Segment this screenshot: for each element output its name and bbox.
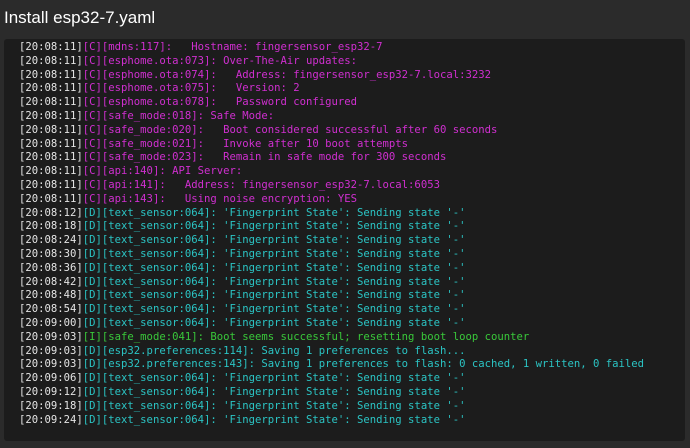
log-message: [D][text_sensor:064]: 'Fingerprint State… (82, 385, 466, 398)
log-message: [C][safe_mode:018]: Safe Mode: (82, 109, 275, 122)
install-dialog: Install esp32-7.yaml [20:08:11][C][mdns:… (0, 0, 690, 448)
log-timestamp: [20:09:18] (19, 399, 83, 412)
log-line: [20:09:12][D][text_sensor:064]: 'Fingerp… (19, 386, 685, 400)
log-message: [C][esphome.ota:073]: Over-The-Air updat… (82, 54, 358, 67)
log-line: [20:08:30][D][text_sensor:064]: 'Fingerp… (19, 248, 685, 262)
log-line: [20:08:11][C][mdns:117]: Hostname: finge… (19, 41, 685, 55)
log-timestamp: [20:08:42] (19, 275, 83, 288)
log-timestamp: [20:08:11] (19, 96, 83, 109)
log-message: [C][api:140]: API Server: (82, 165, 243, 178)
log-message: [D][text_sensor:064]: 'Fingerprint State… (82, 289, 466, 302)
log-message: [D][text_sensor:064]: 'Fingerprint State… (82, 399, 466, 412)
log-message: [D][text_sensor:064]: 'Fingerprint State… (82, 234, 466, 247)
log-message: [D][esp32.preferences:143]: Saving 1 pre… (82, 358, 645, 371)
log-message: [D][text_sensor:064]: 'Fingerprint State… (82, 316, 466, 329)
log-line: [20:08:11][C][safe_mode:018]: Safe Mode: (19, 110, 685, 124)
log-line: [20:08:12][D][text_sensor:064]: 'Fingerp… (19, 207, 685, 221)
log-timestamp: [20:08:11] (19, 165, 83, 178)
log-message: [C][esphome.ota:074]: Address: fingersen… (82, 68, 491, 81)
log-message: [D][text_sensor:064]: 'Fingerprint State… (82, 206, 466, 219)
log-line: [20:08:18][D][text_sensor:064]: 'Fingerp… (19, 220, 685, 234)
log-message: [C][esphome.ota:075]: Version: 2 (82, 82, 300, 95)
log-line: [20:08:11][C][api:143]: Using noise encr… (19, 193, 685, 207)
log-line: [20:08:11][C][esphome.ota:075]: Version:… (19, 82, 685, 96)
log-timestamp: [20:09:12] (19, 385, 83, 398)
log-timestamp: [20:09:00] (19, 316, 83, 329)
log-message: [D][text_sensor:064]: 'Fingerprint State… (82, 372, 466, 385)
log-line: [20:08:11][C][esphome.ota:078]: Password… (19, 96, 685, 110)
log-message: [C][mdns:117]: Hostname: fingersensor_es… (82, 41, 383, 53)
log-line: [20:09:03][I][safe_mode:041]: Boot seems… (19, 331, 685, 345)
log-line: [20:08:36][D][text_sensor:064]: 'Fingerp… (19, 262, 685, 276)
log-message: [C][safe_mode:020]: Boot considered succ… (82, 123, 498, 136)
log-timestamp: [20:08:12] (19, 206, 83, 219)
log-timestamp: [20:08:30] (19, 247, 83, 260)
log-timestamp: [20:08:11] (19, 192, 83, 205)
log-line: [20:08:11][C][safe_mode:023]: Remain in … (19, 151, 685, 165)
log-timestamp: [20:09:03] (19, 358, 83, 371)
log-message: [C][safe_mode:023]: Remain in safe mode … (82, 151, 447, 164)
log-timestamp: [20:08:11] (19, 109, 83, 122)
log-message: [D][esp32.preferences:114]: Saving 1 pre… (82, 344, 466, 357)
log-message: [D][text_sensor:064]: 'Fingerprint State… (82, 247, 466, 260)
dialog-title: Install esp32-7.yaml (4, 8, 156, 27)
log-line: [20:09:06][D][text_sensor:064]: 'Fingerp… (19, 372, 685, 386)
log-timestamp: [20:08:24] (19, 234, 83, 247)
log-message: [D][text_sensor:064]: 'Fingerprint State… (82, 275, 466, 288)
log-timestamp: [20:08:11] (19, 82, 83, 95)
log-line: [20:08:11][C][safe_mode:020]: Boot consi… (19, 124, 685, 138)
log-line: [20:09:03][D][esp32.preferences:143]: Sa… (19, 358, 685, 372)
log-timestamp: [20:08:11] (19, 178, 83, 191)
log-line: [20:08:54][D][text_sensor:064]: 'Fingerp… (19, 303, 685, 317)
log-timestamp: [20:08:11] (19, 137, 83, 150)
log-line: [20:09:03][D][esp32.preferences:114]: Sa… (19, 345, 685, 359)
log-line: [20:08:11][C][safe_mode:021]: Invoke aft… (19, 138, 685, 152)
log-message: [C][api:143]: Using noise encryption: YE… (82, 192, 358, 205)
log-line: [20:08:11][C][api:140]: API Server: (19, 165, 685, 179)
log-line: [20:09:00][D][text_sensor:064]: 'Fingerp… (19, 317, 685, 331)
log-line: [20:08:48][D][text_sensor:064]: 'Fingerp… (19, 289, 685, 303)
log-timestamp: [20:09:03] (19, 330, 83, 343)
log-timestamp: [20:09:06] (19, 372, 83, 385)
log-line: [20:08:11][C][esphome.ota:074]: Address:… (19, 69, 685, 83)
log-line: [20:08:42][D][text_sensor:064]: 'Fingerp… (19, 276, 685, 290)
log-line: [20:08:24][D][text_sensor:064]: 'Fingerp… (19, 234, 685, 248)
log-timestamp: [20:08:36] (19, 261, 83, 274)
log-timestamp: [20:08:18] (19, 220, 83, 233)
log-message: [I][safe_mode:041]: Boot seems successfu… (82, 330, 530, 343)
log-timestamp: [20:09:03] (19, 344, 83, 357)
log-timestamp: [20:08:11] (19, 54, 83, 67)
log-timestamp: [20:08:48] (19, 289, 83, 302)
log-message: [C][esphome.ota:078]: Password configure… (82, 96, 358, 109)
log-message: [C][api:141]: Address: fingersensor_esp3… (82, 178, 440, 191)
log-timestamp: [20:08:11] (19, 68, 83, 81)
log-timestamp: [20:08:11] (19, 123, 83, 136)
log-message: [D][text_sensor:064]: 'Fingerprint State… (82, 303, 466, 316)
log-line: [20:08:11][C][api:141]: Address: fingers… (19, 179, 685, 193)
log-output-panel[interactable]: [20:08:11][C][mdns:117]: Hostname: finge… (4, 39, 685, 441)
log-timestamp: [20:08:11] (19, 41, 83, 53)
log-message: [C][safe_mode:021]: Invoke after 10 boot… (82, 137, 409, 150)
log-line: [20:08:11][C][esphome.ota:073]: Over-The… (19, 55, 685, 69)
log-timestamp: [20:08:11] (19, 151, 83, 164)
log-line: [20:09:18][D][text_sensor:064]: 'Fingerp… (19, 400, 685, 414)
log-timestamp: [20:08:54] (19, 303, 83, 316)
log-line: [20:09:24][D][text_sensor:064]: 'Fingerp… (19, 414, 685, 428)
log-message: [D][text_sensor:064]: 'Fingerprint State… (82, 413, 466, 426)
log-message: [D][text_sensor:064]: 'Fingerprint State… (82, 220, 466, 233)
log-timestamp: [20:09:24] (19, 413, 83, 426)
log-message: [D][text_sensor:064]: 'Fingerprint State… (82, 261, 466, 274)
